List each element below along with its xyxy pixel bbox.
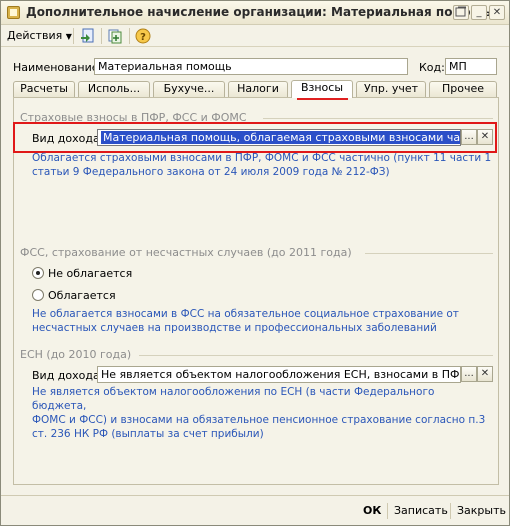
title-bar[interactable]: Дополнительное начисление организации: М… <box>1 1 509 25</box>
tab-contributions[interactable]: Взносы <box>291 80 353 98</box>
tab-accounting[interactable]: Бухуче... <box>153 81 225 97</box>
toolbar-separator <box>129 28 130 44</box>
save-and-close-icon[interactable] <box>80 28 96 44</box>
esn-info-line: ст. 236 НК РФ (выплаты за счет прибыли) <box>32 428 264 440</box>
footer-separator <box>450 503 451 519</box>
tab-management-accounting[interactable]: Упр. учет <box>356 81 426 97</box>
minimize-icon[interactable]: _ <box>471 5 487 20</box>
fss-section-title: ФСС, страхование от несчастных случаев (… <box>20 246 352 259</box>
dropdown-arrow-icon: ▼ <box>65 32 72 41</box>
radio-not-taxed-label[interactable]: Не облагается <box>48 267 132 280</box>
esn-income-type-input[interactable]: Не является объектом налогообложения ЕСН… <box>97 366 461 383</box>
radio-taxed-label[interactable]: Облагается <box>48 289 116 302</box>
help-icon[interactable]: ? <box>135 28 151 44</box>
tab-calculations[interactable]: Расчеты <box>13 81 75 97</box>
actions-menu[interactable]: Действия ▼ <box>7 29 72 42</box>
code-input[interactable]: МП <box>445 58 497 75</box>
fss-info-line: Не облагается взносами в ФСС на обязател… <box>32 308 459 320</box>
actions-menu-label: Действия <box>7 29 63 42</box>
income-type-value: Материальная помощь, облагаемая страховы… <box>101 131 460 144</box>
esn-clear-icon[interactable]: ✕ <box>477 366 493 382</box>
open-new-window-icon[interactable] <box>453 5 469 20</box>
tab-taxes[interactable]: Налоги <box>228 81 288 97</box>
name-label: Наименование: <box>13 61 103 74</box>
section-divider <box>263 118 493 119</box>
esn-section-title: ЕСН (до 2010 года) <box>20 348 132 361</box>
section-divider <box>365 253 493 254</box>
copy-document-icon[interactable] <box>107 28 123 44</box>
insurance-info: Облагается страховыми взносами в ПФР, ФО… <box>32 151 492 179</box>
dialog-window: Дополнительное начисление организации: М… <box>0 0 510 526</box>
insurance-info-line: статьи 9 Федерального закона от 24 июля … <box>32 166 390 178</box>
code-label: Код: <box>419 61 445 74</box>
radio-not-taxed[interactable] <box>32 267 44 279</box>
toolbar-separator <box>101 28 102 44</box>
clear-icon[interactable]: ✕ <box>477 129 493 145</box>
tab-usage[interactable]: Исполь... <box>78 81 150 97</box>
app-document-icon <box>7 6 20 19</box>
close-button[interactable]: Закрыть <box>457 504 506 517</box>
fss-info: Не облагается взносами в ФСС на обязател… <box>32 307 492 335</box>
footer-divider <box>1 495 509 496</box>
toolbar: Действия ▼ ? <box>1 25 509 47</box>
esn-info: Не является объектом налогообложения по … <box>32 385 492 441</box>
tab-other[interactable]: Прочее <box>429 81 497 97</box>
close-window-icon[interactable]: ✕ <box>489 5 505 20</box>
insurance-section-title: Страховые взносы в ПФР, ФСС и ФОМС <box>20 111 247 124</box>
income-type-label: Вид дохода: <box>32 132 104 145</box>
section-divider <box>139 355 493 356</box>
esn-info-line: ФОМС и ФСС) и взносами на обязательное п… <box>32 414 486 426</box>
active-tab-marker <box>297 98 348 100</box>
window-title: Дополнительное начисление организации: М… <box>26 5 492 19</box>
save-button[interactable]: Записать <box>394 504 448 517</box>
select-ellipsis-button[interactable]: ... <box>461 129 477 145</box>
ok-button[interactable]: ОК <box>363 504 381 517</box>
svg-text:?: ? <box>140 32 146 43</box>
income-type-input[interactable]: Материальная помощь, облагаемая страховы… <box>97 129 461 146</box>
esn-info-line: Не является объектом налогообложения по … <box>32 386 435 412</box>
insurance-info-line: Облагается страховыми взносами в ПФР, ФО… <box>32 152 492 164</box>
fss-info-line: несчастных случаев на производстве и про… <box>32 322 437 334</box>
esn-income-type-label: Вид дохода: <box>32 369 104 382</box>
footer-separator <box>387 503 388 519</box>
toolbar-separator <box>73 28 74 44</box>
esn-select-ellipsis-button[interactable]: ... <box>461 366 477 382</box>
name-input[interactable]: Материальная помощь <box>94 58 408 75</box>
radio-taxed[interactable] <box>32 289 44 301</box>
